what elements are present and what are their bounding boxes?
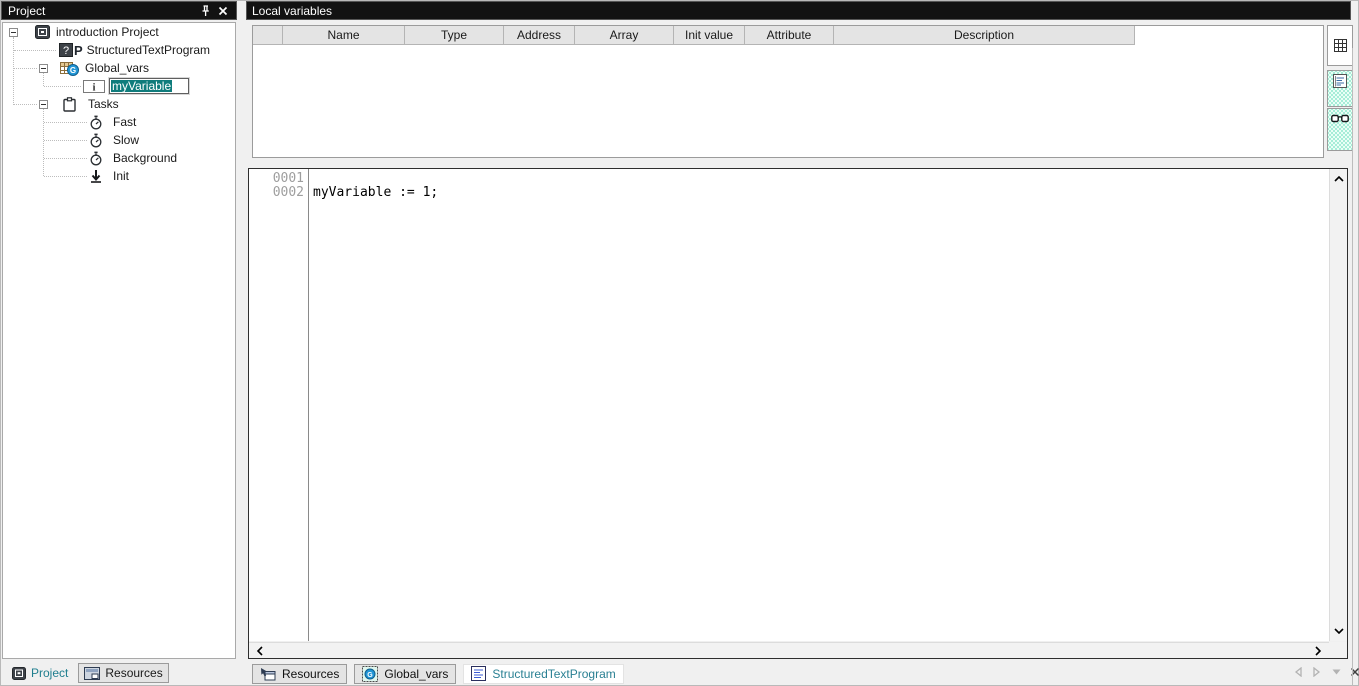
left-panel-tabs: Project Resources: [2, 662, 236, 684]
program-icon: ?: [59, 43, 73, 57]
tree-label-tasks[interactable]: Tasks: [88, 97, 119, 111]
tree-item-program: ? P StructuredTextProgram: [3, 41, 235, 59]
tree-item-task-init: Init: [3, 167, 235, 185]
tree-item-task-slow: Slow: [3, 131, 235, 149]
row-selector-header: [253, 26, 283, 45]
editor-content: 0001 0002 myVariable := 1;: [249, 169, 1329, 641]
tree-item-variable-editing: i myVariable: [3, 77, 235, 95]
tab-nav-controls: [1293, 666, 1359, 678]
pin-icon[interactable]: [198, 4, 212, 18]
tab-structured-text-program[interactable]: StructuredTextProgram: [463, 664, 623, 684]
find-button[interactable]: [1327, 108, 1353, 151]
col-header-array: Array: [575, 26, 674, 45]
variable-name-selected-text: myVariable: [111, 80, 172, 92]
code-area[interactable]: myVariable := 1;: [313, 172, 1327, 639]
col-header-type: Type: [405, 26, 504, 45]
expander-icon[interactable]: [39, 100, 48, 109]
tree-item-global-vars: G Global_vars: [3, 59, 235, 77]
svg-text:?: ?: [63, 45, 69, 57]
tab-resources-label: Resources: [282, 667, 339, 681]
tasks-icon: [63, 97, 76, 112]
project-icon: [35, 25, 50, 39]
doc-list-button[interactable]: [1327, 70, 1353, 107]
st-editor: 0001 0002 myVariable := 1;: [248, 168, 1348, 659]
local-variables-header: Local variables: [246, 1, 1351, 20]
vertical-scrollbar[interactable]: [1329, 169, 1347, 641]
ide-window: { "project_panel": { "title": "Project",…: [0, 0, 1359, 686]
project-tree: introduction Project ? P StructuredTextP…: [2, 22, 236, 659]
variables-table: Name Type Address Array Init value Attri…: [252, 25, 1324, 158]
tab-scroll-left-icon[interactable]: [1293, 666, 1303, 678]
st-program-tab-icon: [471, 666, 486, 681]
close-icon[interactable]: [216, 4, 230, 18]
init-icon: [89, 169, 103, 183]
line-number-gutter: 0001 0002: [249, 169, 309, 641]
resources-tab-icon: [84, 667, 100, 680]
variable-name-input[interactable]: myVariable: [109, 78, 189, 94]
line-number: 0002: [249, 186, 304, 200]
tree-label-task-init[interactable]: Init: [113, 169, 129, 183]
tab-scroll-right-icon[interactable]: [1312, 666, 1322, 678]
global-vars-tab-icon: G: [362, 666, 378, 682]
tree-label-global-vars[interactable]: Global_vars: [85, 61, 149, 75]
expander-icon[interactable]: [9, 28, 18, 37]
stopwatch-icon: [89, 115, 103, 130]
stopwatch-icon: [89, 151, 103, 166]
tree-item-root: introduction Project: [3, 23, 235, 41]
variables-toolbar: [1327, 25, 1353, 151]
tab-project[interactable]: Project: [7, 663, 73, 683]
scroll-right-icon[interactable]: [1310, 644, 1326, 658]
scroll-up-icon[interactable]: [1331, 172, 1347, 186]
program-type-badge: P: [74, 43, 83, 58]
tab-global-vars[interactable]: G Global_vars: [354, 664, 456, 684]
tree-label-root[interactable]: introduction Project: [56, 25, 159, 39]
grid-view-icon: [1334, 39, 1347, 52]
tab-list-dropdown-icon[interactable]: [1331, 666, 1341, 678]
local-variables-title: Local variables: [252, 4, 332, 18]
window-edge: [1352, 48, 1353, 686]
project-panel-title: Project: [8, 4, 45, 18]
tree-label-program[interactable]: StructuredTextProgram: [87, 43, 210, 57]
tree-item-tasks: Tasks: [3, 95, 235, 113]
variables-table-header: Name Type Address Array Init value Attri…: [253, 26, 1323, 45]
stopwatch-icon: [89, 133, 103, 148]
col-header-address: Address: [504, 26, 575, 45]
tab-resources-left[interactable]: Resources: [78, 663, 168, 683]
tree-label-task-background[interactable]: Background: [113, 151, 177, 165]
scroll-left-icon[interactable]: [252, 644, 268, 658]
editor-tabs: Resources G Global_vars StructuredTextPr…: [246, 662, 1286, 685]
horizontal-scrollbar[interactable]: [249, 642, 1329, 658]
tree-item-task-fast: Fast: [3, 113, 235, 131]
svg-text:G: G: [368, 672, 374, 679]
glasses-icon: [1331, 113, 1349, 150]
col-header-attribute: Attribute: [745, 26, 834, 45]
grid-view-button[interactable]: [1327, 25, 1353, 66]
svg-text:G: G: [70, 66, 76, 75]
code-line: [313, 172, 1327, 186]
tab-project-label: Project: [31, 666, 68, 680]
tree-label-task-slow[interactable]: Slow: [113, 133, 139, 147]
scrollbar-corner: [1329, 642, 1347, 658]
expander-icon[interactable]: [39, 64, 48, 73]
tab-structured-text-program-label: StructuredTextProgram: [492, 667, 615, 681]
project-panel-titlebar: Project: [1, 1, 237, 20]
code-line: myVariable := 1;: [313, 186, 1327, 200]
svg-text:i: i: [93, 82, 96, 93]
col-header-init-value: Init value: [674, 26, 745, 45]
tab-global-vars-label: Global_vars: [384, 667, 448, 681]
resources-page-icon: [260, 667, 276, 681]
tree-label-task-fast[interactable]: Fast: [113, 115, 136, 129]
col-header-description: Description: [834, 26, 1135, 45]
global-vars-icon: G: [60, 61, 79, 76]
project-tab-icon: [12, 667, 26, 680]
tab-resources-left-label: Resources: [105, 666, 162, 680]
col-header-name: Name: [283, 26, 405, 45]
tab-resources[interactable]: Resources: [252, 664, 347, 684]
doc-list-icon: [1332, 73, 1348, 106]
scroll-down-icon[interactable]: [1331, 624, 1347, 638]
info-icon: i: [83, 80, 105, 93]
line-number: 0001: [249, 172, 304, 186]
tree-item-task-background: Background: [3, 149, 235, 167]
